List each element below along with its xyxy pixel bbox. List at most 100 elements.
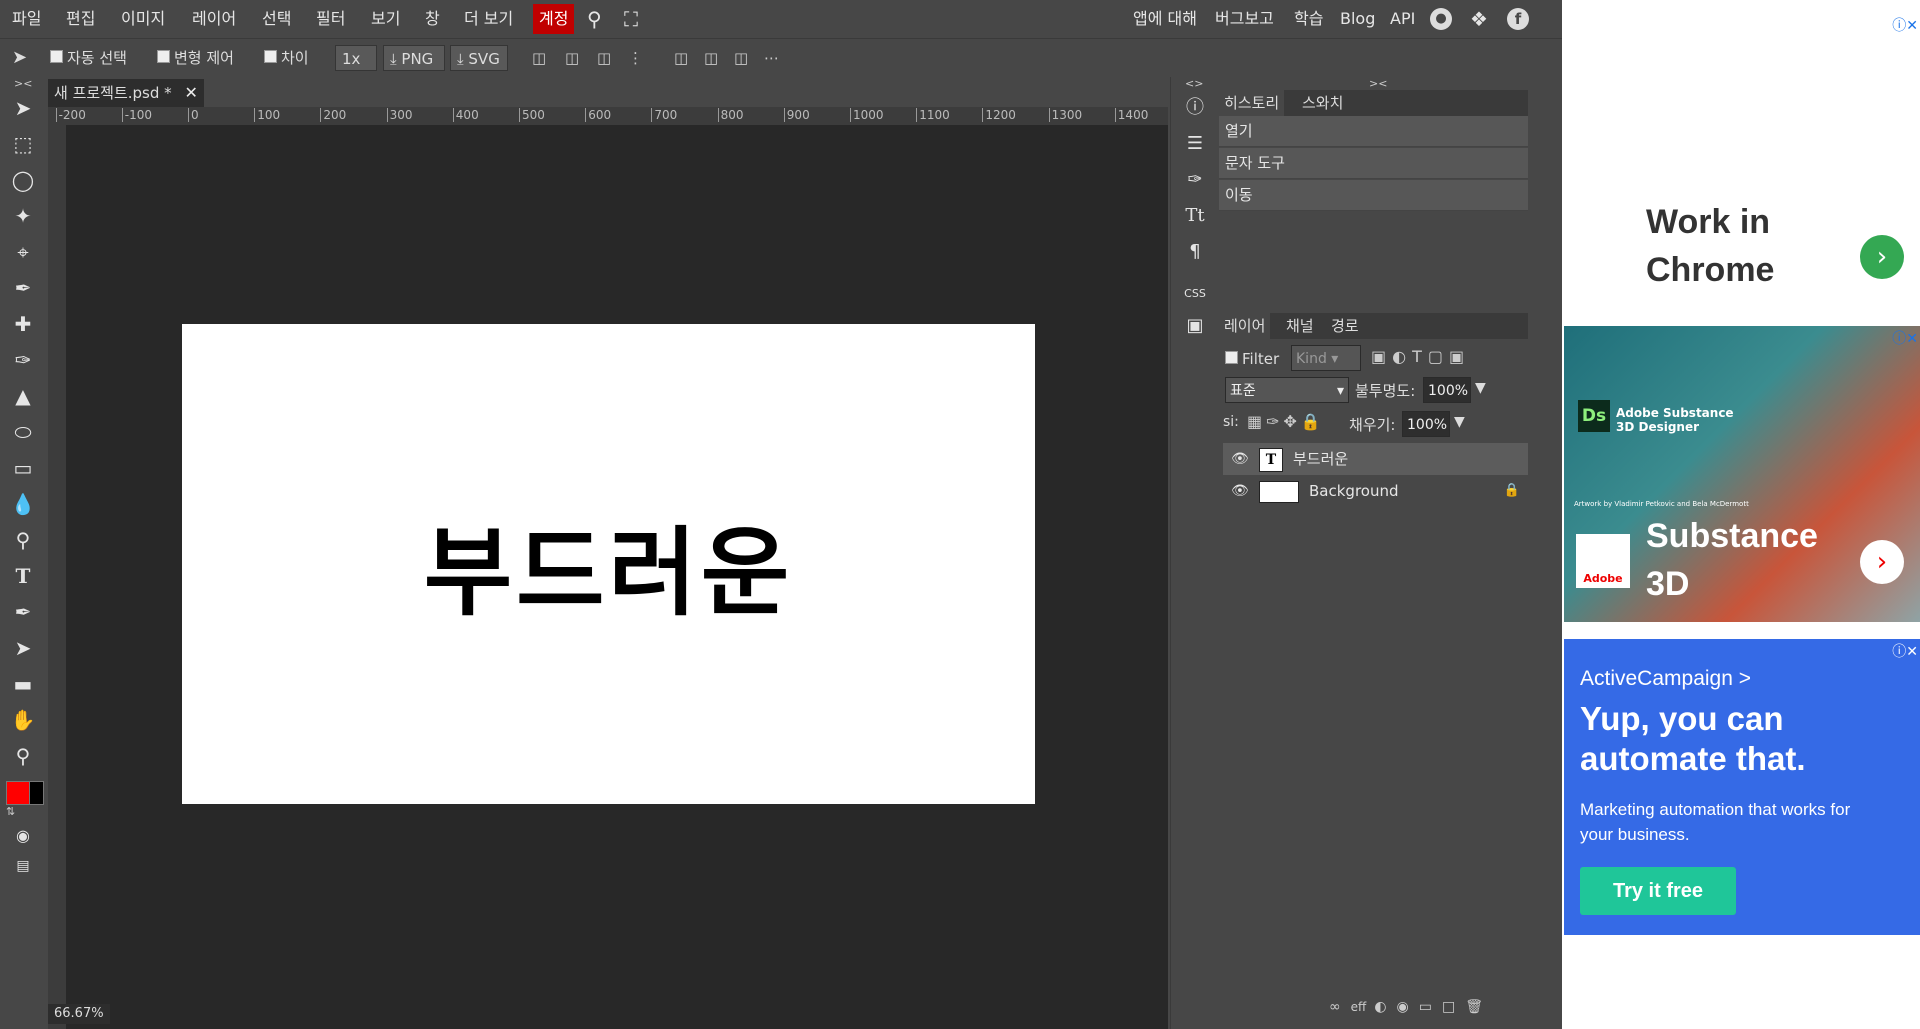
distances-checkbox[interactable]: 차이	[264, 39, 309, 77]
brush-tool-icon[interactable]: ✑	[8, 345, 38, 375]
close-tab-icon[interactable]: ✕	[184, 83, 197, 102]
link-learn[interactable]: 학습	[1294, 0, 1323, 38]
visibility-eye-icon[interactable]: 👁	[1231, 475, 1249, 507]
character-icon[interactable]: Tt	[1180, 201, 1210, 231]
canvas-text-layer[interactable]: 부드러운	[182, 324, 1035, 804]
ad-close-icon[interactable]: ⓘ✕	[1892, 328, 1918, 348]
menu-window[interactable]: 창	[425, 0, 440, 38]
tab-layers[interactable]: 레이어	[1219, 313, 1271, 339]
path-select-tool-icon[interactable]: ➤	[8, 633, 38, 663]
align-right-icon[interactable]: ◫	[597, 39, 611, 77]
marquee-tool-icon[interactable]: ⬚	[8, 129, 38, 159]
fill-input[interactable]: 100%	[1402, 411, 1450, 437]
align-top-icon[interactable]: ◫	[674, 39, 688, 77]
visibility-eye-icon[interactable]: 👁	[1231, 443, 1249, 475]
align-middle-icon[interactable]: ◫	[704, 39, 718, 77]
history-item[interactable]: 열기	[1219, 116, 1528, 147]
blur-tool-icon[interactable]: 💧	[8, 489, 38, 519]
new-layer-icon[interactable]: □	[1442, 999, 1465, 1015]
align-bottom-icon[interactable]: ◫	[734, 39, 748, 77]
fullscreen-icon[interactable]: ⛶	[624, 0, 638, 38]
menu-select[interactable]: 선택	[262, 0, 291, 38]
chevron-right-icon[interactable]: ›	[1860, 540, 1904, 584]
screen-mode-icon[interactable]: ▤	[8, 851, 38, 881]
move-tool-icon[interactable]: ➤	[8, 93, 38, 123]
ad-close-icon[interactable]: ⓘ✕	[1892, 641, 1918, 661]
paragraph-icon[interactable]: ¶	[1180, 237, 1210, 267]
transform-controls-checkbox[interactable]: 변형 제어	[157, 39, 234, 77]
history-item[interactable]: 문자 도구	[1219, 148, 1528, 179]
gradient-tool-icon[interactable]: ▭	[8, 453, 38, 483]
menu-edit[interactable]: 편집	[66, 0, 95, 38]
link-layers-icon[interactable]: ∞	[1329, 999, 1351, 1015]
reddit-icon[interactable]: ●	[1430, 8, 1452, 30]
magic-wand-tool-icon[interactable]: ✦	[8, 201, 38, 231]
export-svg-button[interactable]: ⤓ SVG	[450, 45, 508, 71]
export-png-button[interactable]: ⤓ PNG	[383, 45, 445, 71]
add-mask-icon[interactable]: ◉	[1397, 999, 1419, 1015]
document-tab[interactable]: 새 프로젝트.psd * ✕	[48, 79, 204, 107]
hand-tool-icon[interactable]: ✋	[8, 705, 38, 735]
link-report-bug[interactable]: 버그보고	[1215, 0, 1274, 38]
lasso-tool-icon[interactable]: ◯	[8, 165, 38, 195]
expand-strip-icon[interactable]: <>	[1185, 77, 1203, 90]
layer-row[interactable]: 👁 Background 🔒	[1223, 475, 1528, 507]
twitter-icon[interactable]: ❖	[1470, 0, 1488, 38]
eyedropper-tool-icon[interactable]: ✒	[8, 273, 38, 303]
ad-close-icon[interactable]: ⓘ✕	[1892, 15, 1918, 35]
menu-account[interactable]: 계정	[533, 4, 575, 34]
new-group-icon[interactable]: ▭	[1419, 999, 1442, 1015]
document-canvas[interactable]: 부드러운	[182, 324, 1035, 804]
ad-activecampaign[interactable]: ⓘ✕ ActiveCampaign > Yup, you can automat…	[1564, 639, 1920, 935]
opacity-dropdown-icon[interactable]: ▼	[1475, 380, 1486, 396]
info-icon[interactable]: ⓘ	[1180, 93, 1210, 123]
filter-toggle[interactable]: Filter	[1225, 349, 1279, 369]
filter-type-icons[interactable]: ▣◐T▢▣	[1371, 347, 1470, 366]
opacity-input[interactable]: 100%	[1423, 377, 1471, 403]
healing-brush-tool-icon[interactable]: ✚	[8, 309, 38, 339]
layer-row[interactable]: 👁 T 부드러운	[1223, 443, 1528, 475]
zoom-level[interactable]: 66.67%	[48, 1004, 110, 1024]
link-blog[interactable]: Blog	[1340, 0, 1375, 38]
scale-select[interactable]: 1x ▾	[335, 45, 377, 94]
crop-tool-icon[interactable]: ⌖	[8, 237, 38, 267]
tab-history[interactable]: 히스토리	[1219, 90, 1285, 116]
eraser-tool-icon[interactable]: ⬭	[8, 417, 38, 447]
kind-select[interactable]: Kind ▾	[1291, 345, 1361, 371]
menu-filter[interactable]: 필터	[316, 0, 345, 38]
distribute-horizontal-icon[interactable]: ⋮	[628, 39, 643, 77]
auto-select-checkbox[interactable]: 자동 선택	[50, 39, 127, 77]
zoom-tool-icon[interactable]: ⚲	[8, 741, 38, 771]
collapse-panels-icon[interactable]: ><	[1369, 77, 1387, 90]
align-left-icon[interactable]: ◫	[532, 39, 546, 77]
link-about[interactable]: 앱에 대해	[1133, 0, 1197, 38]
effects-button[interactable]: eff	[1351, 1000, 1367, 1014]
align-center-icon[interactable]: ◫	[565, 39, 579, 77]
adjustment-layer-icon[interactable]: ◐	[1374, 999, 1396, 1015]
distribute-vertical-icon[interactable]: ⋯	[764, 39, 779, 77]
menu-file[interactable]: 파일	[12, 0, 41, 38]
ad-substance[interactable]: ⓘ✕ Ds Adobe Substance 3D Designer Artwor…	[1564, 326, 1920, 622]
blend-mode-select[interactable]: 표준 ▾	[1225, 377, 1349, 403]
dodge-tool-icon[interactable]: ⚲	[8, 525, 38, 555]
foreground-color-swatch[interactable]	[6, 781, 30, 805]
tab-channels[interactable]: 채널	[1281, 313, 1319, 339]
tab-paths[interactable]: 경로	[1326, 313, 1364, 339]
brush-settings-icon[interactable]: ✑	[1180, 165, 1210, 195]
clone-stamp-tool-icon[interactable]: ▲	[8, 381, 38, 411]
collapse-toolbar-icon[interactable]: ><	[14, 77, 32, 90]
type-tool-icon[interactable]: T	[8, 561, 38, 591]
history-item[interactable]: 이동	[1219, 180, 1528, 211]
tab-swatches[interactable]: 스와치	[1297, 90, 1348, 116]
chevron-right-icon[interactable]: ›	[1860, 235, 1904, 279]
menu-more[interactable]: 더 보기	[464, 0, 513, 38]
menu-view[interactable]: 보기	[371, 0, 400, 38]
menu-layer[interactable]: 레이어	[192, 0, 236, 38]
shape-tool-icon[interactable]: ▬	[8, 669, 38, 699]
adjustments-icon[interactable]: ☰	[1180, 129, 1210, 159]
menu-image[interactable]: 이미지	[121, 0, 165, 38]
ad-chrome[interactable]: ⓘ✕ Work in Chrome ›	[1564, 13, 1920, 309]
lock-icons[interactable]: ▦✑✥🔒	[1247, 412, 1325, 431]
quick-mask-icon[interactable]: ◉	[8, 821, 38, 851]
ad-cta-button[interactable]: Try it free	[1580, 867, 1736, 915]
